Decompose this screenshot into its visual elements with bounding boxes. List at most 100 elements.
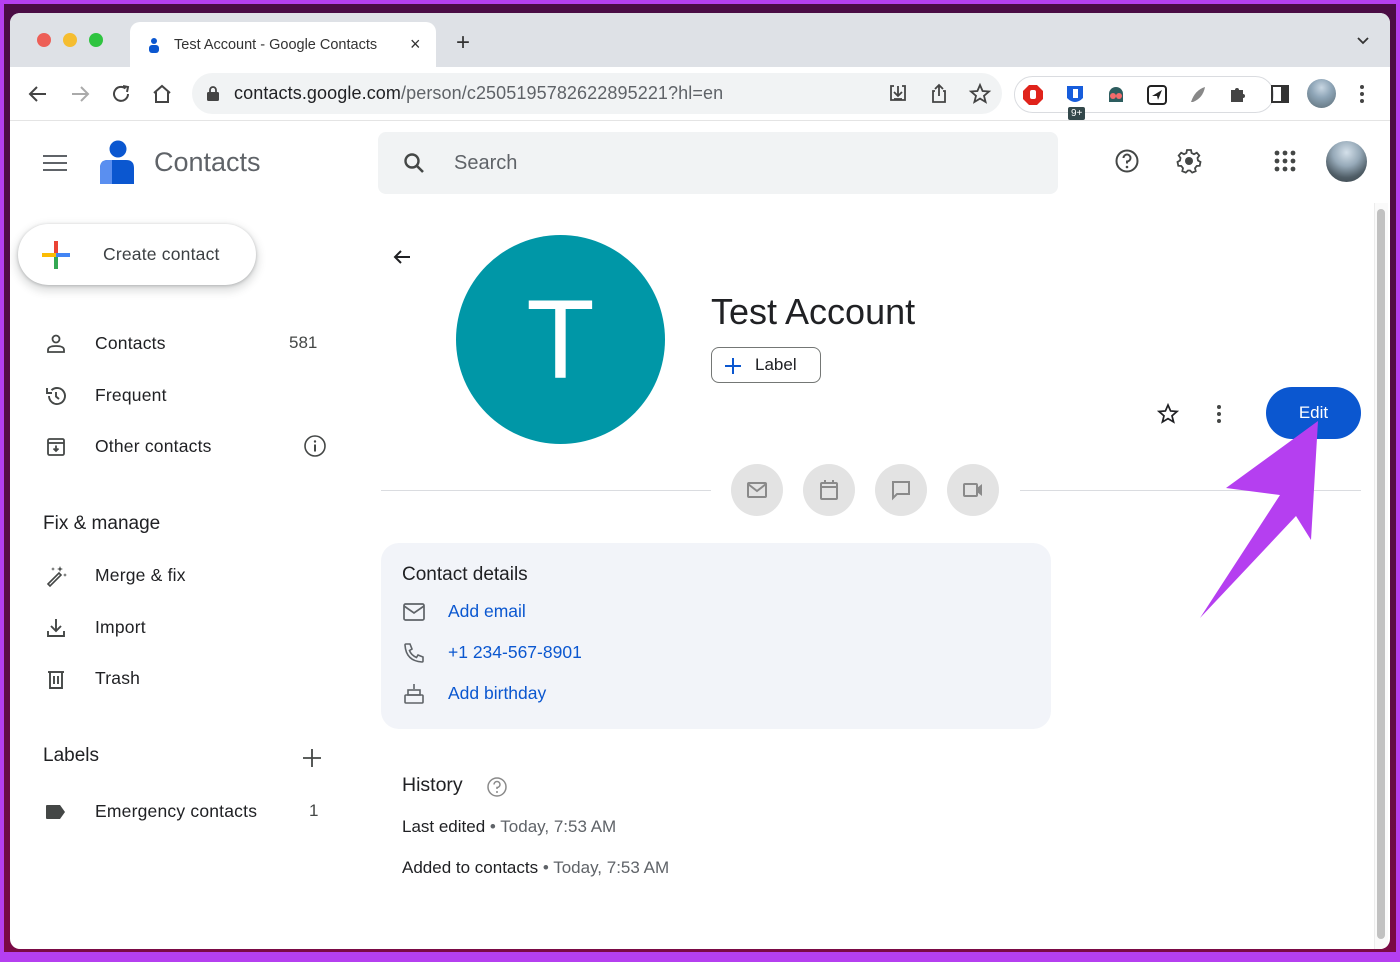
annotation-arrow-icon [1200,421,1318,618]
contact-details-heading: Contact details [402,564,528,585]
magic-wand-icon [46,566,67,588]
send-email-button[interactable] [731,464,783,516]
archive-download-icon [47,438,65,456]
add-label-text: Label [755,355,797,374]
history-separator: • [489,817,496,836]
help-icon[interactable] [486,776,508,798]
add-label-button[interactable]: Label [711,347,821,383]
video-camera-icon [963,483,982,497]
info-icon[interactable] [303,434,327,458]
schedule-event-button[interactable] [803,464,855,516]
fix-manage-heading: Fix & manage [43,513,161,534]
detail-row-birthday: Add birthday [402,679,1002,709]
sidebar-item-merge-fix[interactable]: Merge & fix [10,552,350,600]
home-icon[interactable] [150,82,174,106]
new-tab-button[interactable]: + [456,29,470,57]
send-extension-icon[interactable] [1146,84,1168,106]
more-options-icon[interactable] [1207,402,1231,426]
search-input[interactable] [454,132,1034,194]
sidebar-item-label: Merge & fix [95,565,186,585]
extension-badge: 9+ [1068,107,1086,120]
sidebar-item-other-contacts[interactable]: Other contacts [10,423,350,471]
browser-tab-active[interactable]: Test Account - Google Contacts × [130,22,436,67]
share-icon[interactable] [927,82,951,106]
phone-number-link[interactable]: +1 234-567-8901 [448,642,582,663]
reload-icon[interactable] [109,82,133,106]
history-added: Added to contacts • Today, 7:53 AM [402,858,669,878]
sidebar-item-label: Contacts [95,333,166,353]
tab-search-chevron-icon[interactable] [1356,33,1370,47]
extensions-group [1014,76,1274,113]
browser-menu-icon[interactable] [1350,82,1374,106]
history-last-edited: Last edited • Today, 7:53 AM [402,817,616,837]
google-apps-grid-icon[interactable] [1272,148,1298,174]
url-text[interactable]: contacts.google.com/person/c250519578262… [234,83,723,104]
history-time: Today, 7:53 AM [553,858,670,877]
sidebar-item-frequent[interactable]: Frequent [10,372,350,420]
robot-extension-icon[interactable] [1105,84,1127,106]
add-email-link[interactable]: Add email [448,601,526,622]
help-icon[interactable] [1114,148,1140,174]
back-arrow-icon[interactable] [390,245,414,269]
contacts-count: 581 [289,333,318,352]
tab-close-icon[interactable]: × [410,34,421,55]
chat-bubble-icon [892,481,910,501]
label-count: 1 [309,801,319,820]
scrollbar-thumb[interactable] [1377,209,1385,939]
sidebar-item-emergency-contacts[interactable]: Emergency contacts 1 [10,788,350,836]
adblock-extension-icon[interactable] [1022,84,1044,106]
sidebar-item-label: Trash [95,668,141,688]
side-panel-icon[interactable] [1268,82,1292,106]
history-label: Added to contacts [402,858,539,877]
bookmark-star-icon[interactable] [968,82,992,106]
search-bar[interactable] [378,132,1058,194]
sidebar-item-label: Import [95,617,146,637]
send-chat-button[interactable] [875,464,927,516]
address-bar[interactable]: contacts.google.com/person/c250519578262… [192,73,1002,114]
sidebar-item-trash[interactable]: Trash [10,655,350,703]
minimize-window-button[interactable] [63,33,77,47]
main-menu-icon[interactable] [43,154,67,172]
edit-button[interactable]: Edit [1266,387,1361,439]
labels-heading: Labels [43,745,99,766]
history-icon [46,387,66,405]
feather-extension-icon[interactable] [1187,84,1209,106]
settings-gear-icon[interactable] [1176,148,1202,174]
account-avatar[interactable] [1326,141,1367,182]
browser-profile-avatar[interactable] [1307,79,1336,108]
video-call-button[interactable] [947,464,999,516]
maximize-window-button[interactable] [89,33,103,47]
app-title: Contacts [154,147,261,177]
mail-icon [747,482,767,498]
extensions-puzzle-icon[interactable] [1227,84,1249,106]
history-separator: • [542,858,549,877]
label-tag-icon [46,805,65,819]
divider-right [1020,490,1361,491]
add-label-icon[interactable] [300,746,324,770]
sidebar-item-label: Other contacts [95,436,212,456]
detail-row-phone: +1 234-567-8901 [402,638,1002,668]
search-icon[interactable] [402,151,426,175]
history-label: Last edited [402,817,486,836]
tab-strip: Test Account - Google Contacts × + [10,13,1390,67]
forward-arrow-icon[interactable] [68,82,92,106]
bitwarden-extension-icon[interactable] [1064,84,1086,106]
star-icon[interactable] [1156,402,1180,426]
sidebar-item-contacts[interactable]: Contacts 581 [10,320,350,368]
install-app-icon[interactable] [886,82,910,106]
contact-name: Test Account [711,291,916,332]
contacts-favicon-icon [149,37,159,53]
close-window-button[interactable] [37,33,51,47]
url-host: contacts.google.com [234,83,401,103]
contacts-logo-icon [100,140,134,184]
sidebar-item-import[interactable]: Import [10,604,350,652]
create-contact-label: Create contact [103,244,220,264]
contact-avatar: T [456,235,665,444]
download-icon [47,619,65,637]
browser-toolbar: contacts.google.com/person/c250519578262… [10,67,1390,121]
back-arrow-icon[interactable] [26,82,50,106]
sidebar-item-label: Frequent [95,385,167,405]
create-contact-button[interactable]: Create contact [18,224,256,285]
add-birthday-link[interactable]: Add birthday [448,683,546,704]
detail-row-email: Add email [402,597,1002,627]
